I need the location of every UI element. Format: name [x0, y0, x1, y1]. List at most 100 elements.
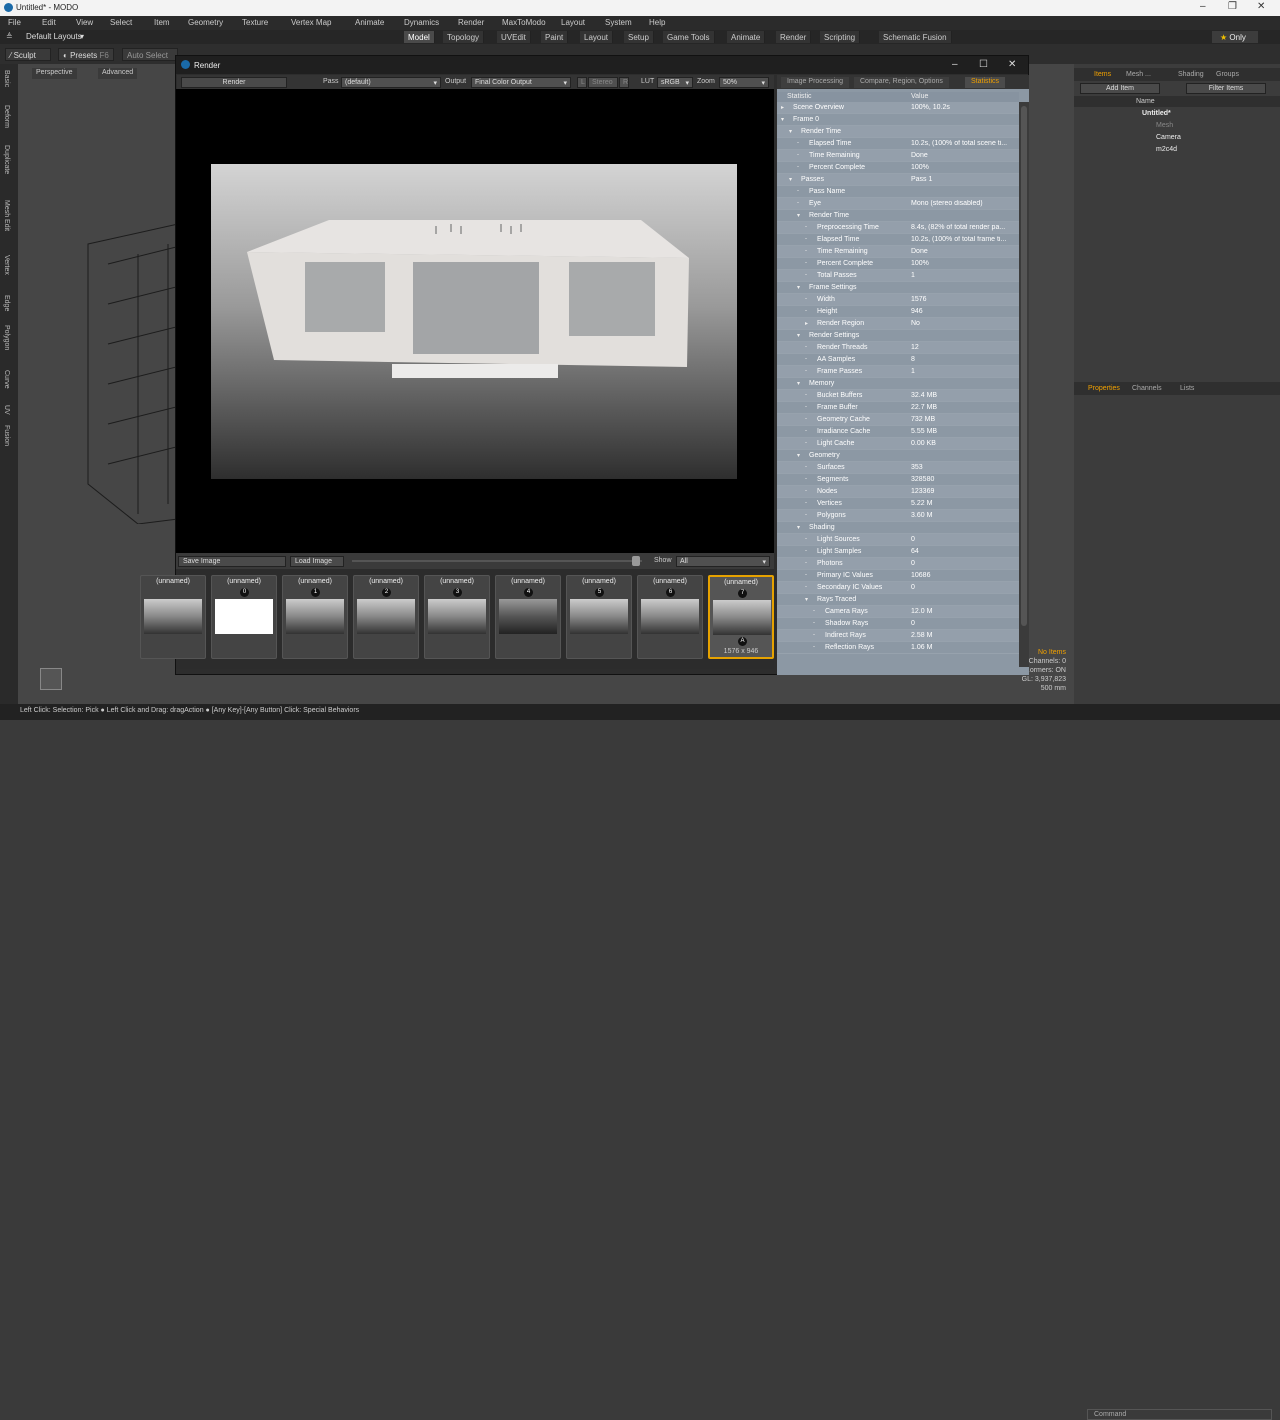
expand-arrow-icon[interactable]: ▾ [797, 524, 800, 531]
stats-row[interactable]: - AA Samples 8 [777, 354, 1019, 366]
menu-item-vertex-map[interactable]: Vertex Map [291, 18, 331, 27]
tab-image-processing[interactable]: Image Processing [781, 77, 850, 88]
stats-row[interactable]: - Preprocessing Time 8.4s, (82% of total r… [777, 222, 1019, 234]
stats-row[interactable]: - Light Cache 0.00 KB [777, 438, 1019, 450]
collapse-arrow-icon[interactable]: ▸ [805, 320, 808, 327]
stats-row[interactable]: - Nodes 123369 [777, 486, 1019, 498]
stats-row[interactable]: - Vertices 5.22 M [777, 498, 1019, 510]
layout-icon[interactable]: ≜ [6, 32, 13, 41]
layout-tab-game-tools[interactable]: Game Tools [663, 31, 715, 43]
tab-shading[interactable]: Shading [1178, 71, 1204, 78]
maximize-icon[interactable]: ☐ [979, 59, 988, 70]
layout-tab-layout[interactable]: Layout [580, 31, 614, 43]
stats-row[interactable]: - Eye Mono (stereo disabled) [777, 198, 1019, 210]
tab-channels[interactable]: Channels [1132, 385, 1162, 392]
expand-arrow-icon[interactable]: ▾ [789, 176, 792, 183]
tab-mesh[interactable]: Mesh ... [1126, 71, 1151, 78]
layout-tab-paint[interactable]: Paint [541, 31, 569, 43]
close-icon[interactable]: ✕ [1008, 59, 1016, 70]
tab-advanced[interactable]: Advanced [98, 68, 138, 79]
load-image-button[interactable]: Load Image [290, 556, 344, 567]
stats-row[interactable]: - Irradiance Cache 5.55 MB [777, 426, 1019, 438]
menu-item-texture[interactable]: Texture [242, 18, 268, 27]
stats-row[interactable]: - Total Passes 1 [777, 270, 1019, 282]
stats-row[interactable]: ▾ Shading [777, 522, 1019, 534]
menu-item-view[interactable]: View [76, 18, 93, 27]
stats-row[interactable]: - Light Sources 0 [777, 534, 1019, 546]
stats-row[interactable]: - Frame Passes 1 [777, 366, 1019, 378]
maximize-icon[interactable]: ❐ [1228, 1, 1237, 12]
palette-tab-mesh-edit[interactable]: Mesh Edit [3, 200, 10, 231]
layout-tab-scripting[interactable]: Scripting [820, 31, 861, 43]
render-thumbnail[interactable]: (unnamed) 7 A 1576 x 946 [708, 575, 774, 659]
expand-arrow-icon[interactable]: ▾ [797, 212, 800, 219]
tab-lists[interactable]: Lists [1180, 385, 1194, 392]
tab-groups[interactable]: Groups [1216, 71, 1239, 78]
menu-item-layout[interactable]: Layout [561, 18, 585, 27]
palette-tab-basic[interactable]: Basic [3, 70, 10, 87]
save-image-button[interactable]: Save Image [178, 556, 286, 567]
presets-button[interactable]: ◐ Presets F6 [58, 48, 114, 61]
scrollbar-thumb[interactable] [1021, 106, 1027, 626]
stats-row[interactable]: - Time Remaining Done [777, 246, 1019, 258]
stats-row[interactable]: - Time Remaining Done [777, 150, 1019, 162]
menu-item-geometry[interactable]: Geometry [188, 18, 223, 27]
palette-tab-polygon[interactable]: Polygon [3, 325, 10, 350]
palette-tab-uv[interactable]: UV [3, 405, 10, 415]
menu-item-file[interactable]: File [8, 18, 21, 27]
tab-properties[interactable]: Properties [1088, 385, 1120, 392]
stats-row[interactable]: ▸ Render Region No [777, 318, 1019, 330]
stats-row[interactable]: - Reflection Rays 1.06 M [777, 642, 1019, 654]
close-icon[interactable]: ✕ [1257, 1, 1265, 12]
expand-arrow-icon[interactable]: ▾ [797, 380, 800, 387]
expand-arrow-icon[interactable]: ▾ [789, 128, 792, 135]
palette-tab-fusion[interactable]: Fusion [3, 425, 10, 446]
tab-statistics[interactable]: Statistics [965, 77, 1006, 88]
expand-arrow-icon[interactable]: ▾ [805, 596, 808, 603]
tree-scene[interactable]: Untitled* [1142, 110, 1171, 117]
stats-row[interactable]: - Frame Buffer 22.7 MB [777, 402, 1019, 414]
menu-item-item[interactable]: Item [154, 18, 170, 27]
tree-m2c4d[interactable]: m2c4d [1156, 146, 1177, 153]
stats-row[interactable]: - Camera Rays 12.0 M [777, 606, 1019, 618]
zoom-select[interactable]: 50% ▾ [719, 77, 769, 88]
menu-item-select[interactable]: Select [110, 18, 132, 27]
stats-row[interactable]: - Height 946 [777, 306, 1019, 318]
stats-row[interactable]: - Indirect Rays 2.58 M [777, 630, 1019, 642]
render-thumbnail[interactable]: (unnamed) 6 [637, 575, 703, 659]
layout-tab-schematic-fusion[interactable]: Schematic Fusion [879, 31, 952, 43]
layout-tab-uvedit[interactable]: UVEdit [497, 31, 531, 43]
menu-item-edit[interactable]: Edit [42, 18, 56, 27]
lut-select[interactable]: sRGB ▾ [657, 77, 693, 88]
stats-row[interactable]: - Percent Complete 100% [777, 162, 1019, 174]
minimize-icon[interactable]: – [952, 59, 958, 70]
stats-scrollbar[interactable] [1019, 102, 1029, 667]
menu-item-help[interactable]: Help [649, 18, 665, 27]
stats-row[interactable]: - Photons 0 [777, 558, 1019, 570]
stereo-r-toggle[interactable]: R [619, 77, 629, 88]
stats-row[interactable]: - Segments 328580 [777, 474, 1019, 486]
menu-item-render[interactable]: Render [458, 18, 484, 27]
menu-item-dynamics[interactable]: Dynamics [404, 18, 439, 27]
stereo-select[interactable]: Stereo [588, 77, 618, 88]
tab-compare-region[interactable]: Compare, Region, Options [854, 77, 949, 88]
palette-tab-curve[interactable]: Curve [3, 370, 10, 389]
stats-row[interactable]: - Elapsed Time 10.2s, (100% of total frame… [777, 234, 1019, 246]
render-thumbnail[interactable]: (unnamed) 0 [211, 575, 277, 659]
stats-row[interactable]: ▾ Render Time [777, 126, 1019, 138]
palette-tab-edge[interactable]: Edge [3, 295, 10, 311]
stats-row[interactable]: - Width 1576 [777, 294, 1019, 306]
render-thumbnail[interactable]: (unnamed) 5 [566, 575, 632, 659]
collapse-arrow-icon[interactable]: ▸ [781, 104, 784, 111]
stats-row[interactable]: ▸ Scene Overview 100%, 10.2s [777, 102, 1019, 114]
stats-row[interactable]: ▾ Rays Traced [777, 594, 1019, 606]
layout-dropdown[interactable]: Default Layouts [26, 32, 82, 41]
auto-select-button[interactable]: Auto Select [122, 48, 178, 61]
menu-item-animate[interactable]: Animate [355, 18, 384, 27]
add-item-button[interactable]: Add Item [1080, 83, 1160, 94]
stats-row[interactable]: ▾ Memory [777, 378, 1019, 390]
stats-row[interactable]: ▾ Frame Settings [777, 282, 1019, 294]
stats-row[interactable]: ▾ Geometry [777, 450, 1019, 462]
output-select[interactable]: Final Color Output ▾ [471, 77, 571, 88]
render-thumbnail[interactable]: (unnamed) 2 [353, 575, 419, 659]
